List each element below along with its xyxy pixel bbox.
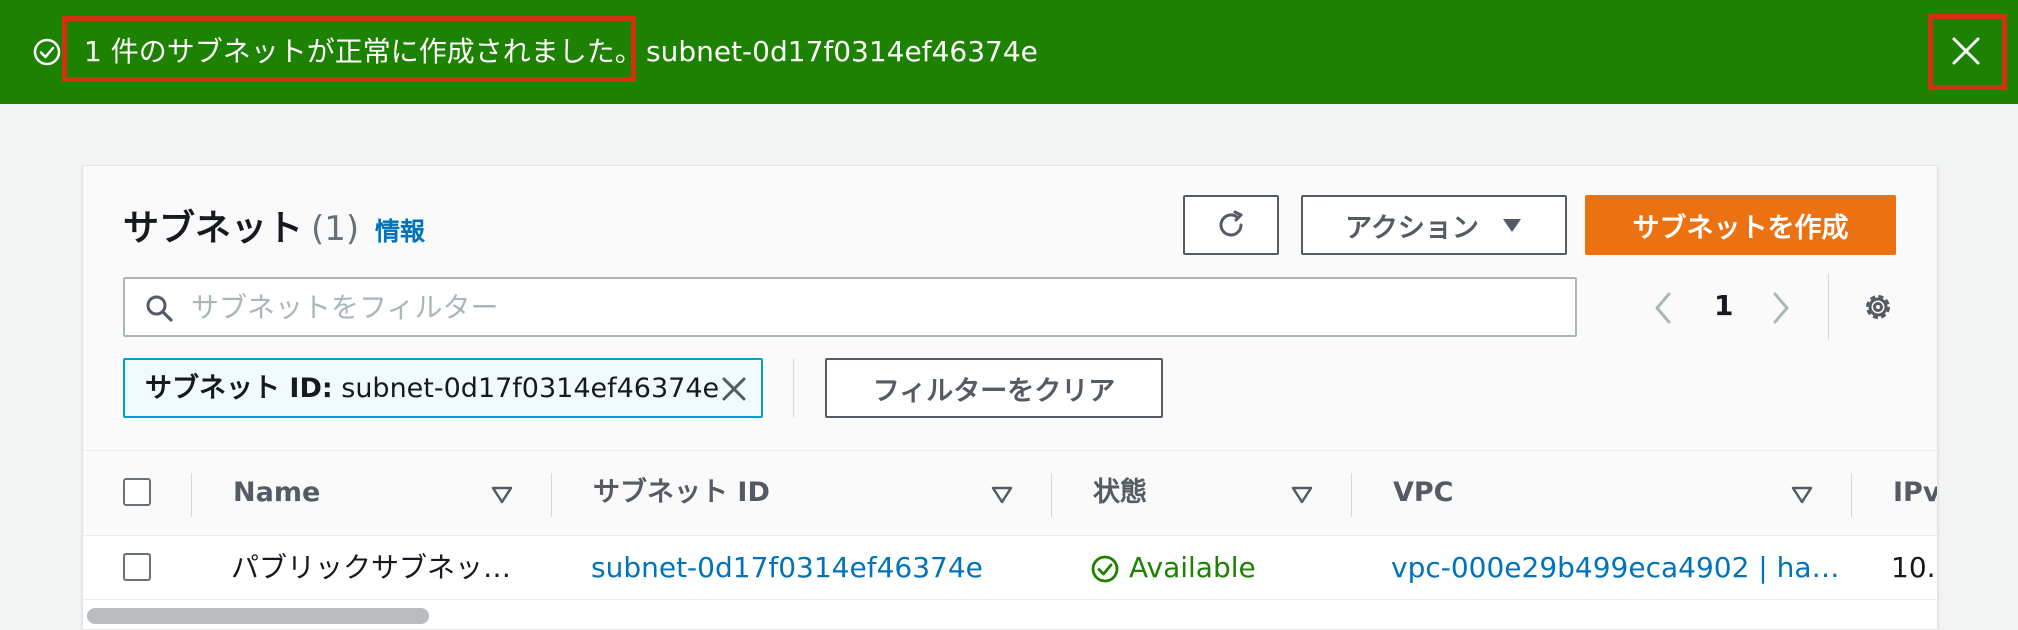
close-icon[interactable]	[1949, 34, 1983, 68]
refresh-button[interactable]	[1183, 195, 1279, 255]
sort-icon[interactable]	[991, 485, 1013, 505]
divider	[793, 358, 794, 418]
column-header-name[interactable]: Name	[233, 473, 320, 513]
remove-filter-icon[interactable]	[719, 374, 749, 404]
filter-token-key: サブネット ID:	[145, 373, 333, 404]
column-divider	[1051, 473, 1052, 517]
column-divider	[1851, 473, 1852, 517]
actions-button[interactable]: アクション	[1301, 195, 1567, 255]
cell-vpc-link[interactable]: vpc-000e29b499eca4902 | ha…	[1391, 548, 1840, 588]
table-row[interactable]: パブリックサブネッ… subnet-0d17f0314ef46374e Avai…	[83, 536, 1937, 600]
success-flash-bar: 1 件のサブネットが正常に作成されました。 subnet-0d17f0314ef…	[0, 0, 2018, 104]
select-all-checkbox[interactable]	[123, 478, 151, 506]
search-input[interactable]	[191, 285, 1561, 329]
column-divider	[191, 473, 192, 517]
column-header-ipv4[interactable]: IPv4	[1893, 473, 1937, 513]
sort-icon[interactable]	[491, 485, 513, 505]
cell-subnet-id-link[interactable]: subnet-0d17f0314ef46374e	[591, 548, 983, 588]
chevron-right-icon[interactable]	[1765, 290, 1795, 326]
column-divider	[1351, 473, 1352, 517]
refresh-icon	[1219, 210, 1243, 237]
check-circle-icon	[33, 38, 61, 66]
create-subnet-button[interactable]: サブネットを作成	[1585, 195, 1896, 255]
divider	[1828, 274, 1829, 340]
info-link[interactable]: 情報	[375, 214, 425, 250]
chevron-left-icon[interactable]	[1649, 290, 1679, 326]
column-header-vpc[interactable]: VPC	[1393, 473, 1454, 513]
cell-ipv4: 10.0	[1891, 551, 1937, 584]
search-icon	[146, 295, 173, 322]
gear-icon[interactable]	[1861, 290, 1895, 324]
cell-name: パブリックサブネッ…	[231, 551, 512, 584]
status-available-icon	[1091, 555, 1119, 583]
filter-token: サブネット ID: subnet-0d17f0314ef46374e	[123, 358, 763, 418]
flash-subnet-id: subnet-0d17f0314ef46374e	[646, 35, 1038, 68]
row-checkbox[interactable]	[123, 553, 151, 581]
filter-search	[123, 277, 1577, 337]
filter-token-value: subnet-0d17f0314ef46374e	[341, 373, 720, 404]
column-header-state[interactable]: 状態	[1093, 473, 1147, 513]
table-header: Name サブネット ID 状態 VPC IPv4	[83, 450, 1937, 536]
page-title: サブネット	[123, 208, 304, 249]
scrollbar-thumb[interactable]	[87, 608, 429, 624]
current-page[interactable]: 1	[1714, 286, 1733, 326]
clear-filters-button[interactable]: フィルターをクリア	[825, 358, 1163, 418]
horizontal-scrollbar[interactable]	[83, 600, 1937, 629]
sort-icon[interactable]	[1791, 485, 1813, 505]
column-header-subnet-id[interactable]: サブネット ID	[593, 473, 770, 513]
filter-token-label: サブネット ID: subnet-0d17f0314ef46374e	[145, 370, 719, 408]
subnets-panel: サブネット (1) 情報 アクション サブネットを作成 1 サブネット ID: …	[82, 165, 1938, 630]
column-divider	[551, 473, 552, 517]
subnet-count: (1)	[311, 209, 360, 249]
caret-down-icon	[1502, 219, 1521, 232]
cell-state: Available	[1129, 551, 1256, 584]
actions-label: アクション	[1345, 212, 1479, 244]
flash-message: 1 件のサブネットが正常に作成されました。	[84, 35, 643, 68]
sort-icon[interactable]	[1291, 485, 1313, 505]
